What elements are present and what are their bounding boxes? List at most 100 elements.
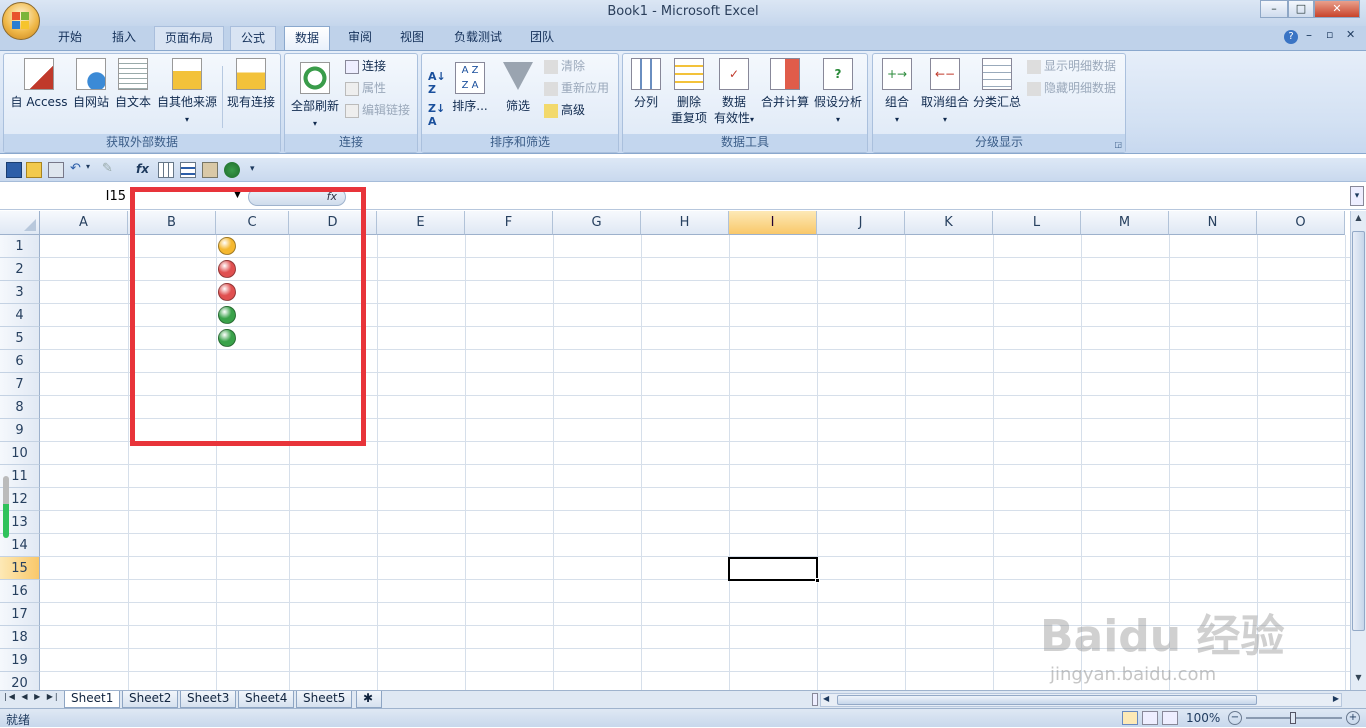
tab-view[interactable]: 视图 [390, 26, 434, 50]
row-header-5[interactable]: 5 [0, 327, 40, 350]
row-header-6[interactable]: 6 [0, 350, 40, 373]
form-icon[interactable] [180, 162, 196, 178]
insert-function-icon[interactable]: fx [136, 162, 152, 178]
row-header-1[interactable]: 1 [0, 235, 40, 258]
web-connect-icon[interactable] [224, 162, 240, 178]
tab-team[interactable]: 团队 [520, 26, 564, 50]
active-cell-i15[interactable] [728, 557, 820, 583]
column-header-e[interactable]: E [377, 211, 465, 235]
row-header-19[interactable]: 19 [0, 649, 40, 672]
tab-page-layout[interactable]: 页面布局 [154, 26, 225, 50]
filter-button[interactable]: 筛选 [498, 62, 538, 114]
from-text-button[interactable]: 自文本 [112, 58, 154, 110]
remove-duplicates-button[interactable]: 删除 重复项 [667, 58, 711, 126]
column-header-f[interactable]: F [465, 211, 553, 235]
camera-icon[interactable] [202, 162, 218, 178]
clear-filter-button[interactable]: 清除 [544, 57, 585, 75]
column-header-j[interactable]: J [817, 211, 905, 235]
row-header-3[interactable]: 3 [0, 281, 40, 304]
row-header-2[interactable]: 2 [0, 258, 40, 281]
zoom-out-icon[interactable]: − [1228, 711, 1242, 725]
horizontal-scrollbar[interactable]: ◀ ▶ [820, 693, 1342, 707]
row-header-7[interactable]: 7 [0, 373, 40, 396]
ribbon-minimize-icon[interactable]: – [1306, 28, 1312, 42]
scroll-right-icon[interactable]: ▶ [1333, 694, 1339, 703]
column-header-g[interactable]: G [553, 211, 641, 235]
minimize-button[interactable]: – [1260, 0, 1288, 18]
normal-view-icon[interactable] [1122, 711, 1138, 725]
ribbon-restore-icon[interactable]: ▫ [1326, 28, 1333, 41]
sheet-tab-sheet3[interactable]: Sheet3 [180, 691, 237, 708]
data-validation-button[interactable]: ✓ 数据 有效性▾ [711, 58, 757, 128]
expand-formula-bar-icon[interactable]: ▾ [1350, 186, 1364, 206]
zoom-slider-thumb[interactable] [1290, 712, 1296, 724]
office-button[interactable] [2, 2, 40, 40]
zoom-in-icon[interactable]: + [1346, 711, 1360, 725]
vertical-scrollbar[interactable]: ▲ ▼ [1350, 211, 1366, 690]
maximize-button[interactable]: □ [1288, 0, 1314, 18]
what-if-analysis-button[interactable]: ? 假设分析 ▾ [811, 58, 865, 128]
tab-data[interactable]: 数据 [284, 26, 331, 51]
subtotal-button[interactable]: 分类汇总 [971, 58, 1023, 110]
row-header-18[interactable]: 18 [0, 626, 40, 649]
row-header-8[interactable]: 8 [0, 396, 40, 419]
row-header-17[interactable]: 17 [0, 603, 40, 626]
tab-formulas[interactable]: 公式 [230, 26, 277, 50]
sheet-nav-icons[interactable]: |◀ ◀ ▶ ▶| [4, 692, 60, 701]
undo-dropdown-icon[interactable]: ▾ [86, 162, 102, 178]
tab-load-test[interactable]: 负载测试 [444, 26, 512, 50]
text-to-columns-button[interactable]: 分列 [625, 58, 667, 110]
undo-icon[interactable]: ↶ [70, 162, 86, 178]
scroll-down-icon[interactable]: ▼ [1352, 673, 1365, 687]
column-header-h[interactable]: H [641, 211, 729, 235]
borders-icon[interactable] [158, 162, 174, 178]
from-access-button[interactable]: 自 Access [8, 58, 70, 110]
tab-review[interactable]: 审阅 [338, 26, 382, 50]
sheet-tab-sheet4[interactable]: Sheet4 [238, 691, 295, 708]
redo-icon[interactable]: ✎ [102, 162, 118, 178]
open-icon[interactable] [26, 162, 42, 178]
horizontal-scroll-thumb[interactable] [837, 695, 1257, 705]
name-box[interactable]: I15 [0, 186, 130, 208]
save-icon[interactable] [6, 162, 22, 178]
tab-split-handle[interactable] [812, 693, 818, 706]
from-other-sources-button[interactable]: 自其他来源 ▾ [154, 58, 220, 128]
row-header-15[interactable]: 15 [0, 557, 40, 580]
column-header-m[interactable]: M [1081, 211, 1169, 235]
refresh-all-button[interactable]: 全部刷新 ▾ [287, 62, 343, 132]
sort-descending-icon[interactable]: Z↓ A [428, 102, 445, 128]
existing-connections-button[interactable]: 现有连接 [224, 58, 278, 110]
ungroup-button[interactable]: ←− 取消组合 ▾ [919, 58, 971, 128]
sheet-tab-sheet1[interactable]: Sheet1 [64, 691, 121, 708]
formula-input[interactable] [370, 188, 1346, 208]
sheet-tab-sheet2[interactable]: Sheet2 [122, 691, 179, 708]
column-header-o[interactable]: O [1257, 211, 1345, 235]
sort-ascending-icon[interactable]: A↓ Z [428, 70, 446, 96]
select-all-corner[interactable] [0, 211, 40, 235]
ribbon-close-icon[interactable]: ✕ [1346, 28, 1355, 41]
zoom-level[interactable]: 100% [1186, 711, 1220, 725]
show-detail-button[interactable]: 显示明细数据 [1027, 57, 1116, 75]
hide-detail-button[interactable]: 隐藏明细数据 [1027, 79, 1116, 97]
tab-home[interactable]: 开始 [48, 26, 92, 50]
column-header-k[interactable]: K [905, 211, 993, 235]
column-header-n[interactable]: N [1169, 211, 1257, 235]
properties-button[interactable]: 属性 [345, 79, 386, 97]
page-break-view-icon[interactable] [1162, 711, 1178, 725]
row-header-16[interactable]: 16 [0, 580, 40, 603]
close-button[interactable]: ✕ [1314, 0, 1360, 18]
row-header-20[interactable]: 20 [0, 672, 40, 690]
vertical-scroll-thumb[interactable] [1352, 231, 1365, 631]
page-layout-view-icon[interactable] [1142, 711, 1158, 725]
reapply-button[interactable]: 重新应用 [544, 79, 609, 97]
column-header-i[interactable]: I [729, 211, 817, 235]
group-button[interactable]: +→ 组合 ▾ [877, 58, 917, 128]
dialog-launcher-icon[interactable]: ◲ [1114, 140, 1122, 149]
tab-insert[interactable]: 插入 [102, 26, 146, 50]
column-header-a[interactable]: A [40, 211, 128, 235]
help-icon[interactable]: ? [1284, 30, 1298, 44]
from-web-button[interactable]: 自网站 [70, 58, 112, 110]
sheet-tab-sheet5[interactable]: Sheet5 [296, 691, 353, 708]
customize-qat-icon[interactable]: ▾ [250, 162, 266, 178]
insert-sheet-icon[interactable]: ✱ [356, 691, 382, 708]
